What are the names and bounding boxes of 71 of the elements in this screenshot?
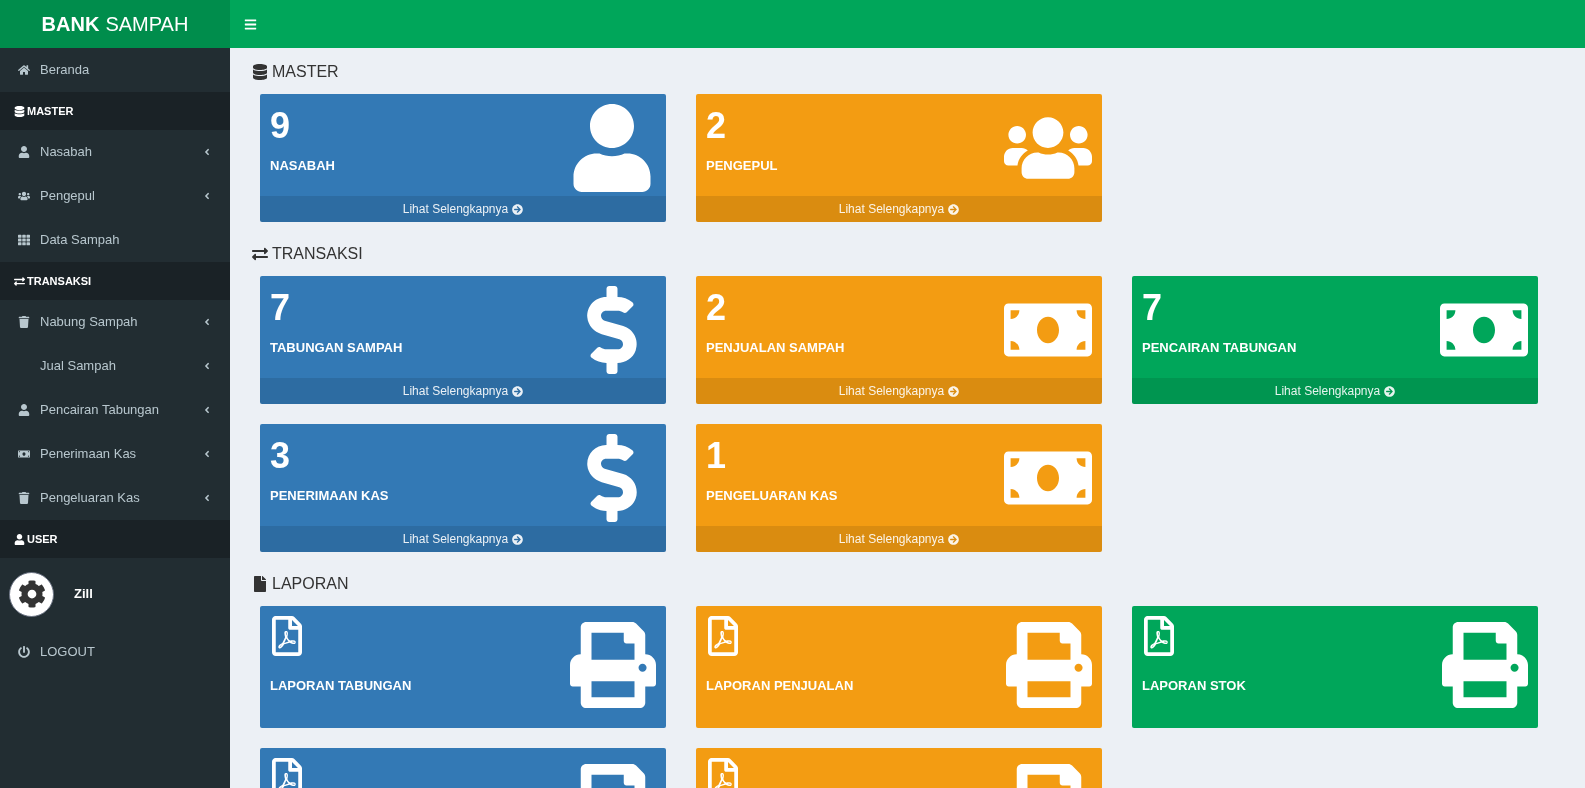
- arrow-right-icon: [1384, 385, 1396, 397]
- brand-logo[interactable]: BANK SAMPAH: [0, 0, 230, 48]
- more-info-link[interactable]: Lihat Selengkapnya: [260, 526, 666, 552]
- exchange-icon: [252, 246, 268, 262]
- more-info-link[interactable]: Lihat Selengkapnya: [1132, 378, 1538, 404]
- sidebar-item[interactable]: Pencairan Tabungan: [0, 388, 230, 432]
- report-label: LAPORAN PENJUALAN: [706, 677, 854, 695]
- sidebar-item[interactable]: Beranda: [0, 48, 230, 92]
- trash-icon: [18, 316, 30, 328]
- stat-label: PENGELUARAN KAS: [706, 487, 838, 505]
- sidebar-item[interactable]: Jual Sampah: [0, 344, 230, 388]
- more-info-link[interactable]: Lihat Selengkapnya: [260, 196, 666, 222]
- section-label: USER: [27, 531, 58, 547]
- menu-icon[interactable]: [244, 17, 257, 31]
- more-info-link[interactable]: Lihat Selengkapnya: [260, 378, 666, 404]
- sidebar-item[interactable]: Pengeluaran Kas: [0, 476, 230, 520]
- pdf-icon: [706, 758, 740, 788]
- stat-value: 7: [1142, 286, 1164, 330]
- arrow-right-icon: [948, 203, 960, 215]
- home-icon: [18, 64, 30, 76]
- grid-icon: [18, 234, 30, 246]
- stat-value: 1: [706, 434, 728, 478]
- arrow-right-icon: [512, 385, 524, 397]
- report-label: LAPORAN STOK: [1142, 677, 1246, 695]
- section-label: MASTER: [27, 103, 74, 119]
- database-icon: [252, 64, 268, 80]
- sidebar-item[interactable]: Pengepul: [0, 174, 230, 218]
- stat-value: 2: [706, 286, 728, 330]
- stat-label: PENERIMAAN KAS: [270, 487, 389, 505]
- sidebar-item[interactable]: Nabung Sampah: [0, 300, 230, 344]
- exchange-icon: [14, 275, 25, 287]
- trash-icon: [18, 492, 30, 504]
- sidebar-item[interactable]: LOGOUT: [0, 630, 230, 674]
- user-icon: [18, 146, 30, 158]
- section-title: LAPORAN: [272, 574, 349, 594]
- printer-icon: [1442, 622, 1528, 708]
- section-title: MASTER: [272, 62, 339, 82]
- database-icon: [14, 105, 25, 117]
- sidebar-item[interactable]: Data Sampah: [0, 218, 230, 262]
- section-label: TRANSAKSI: [27, 273, 92, 289]
- printer-icon: [570, 622, 656, 708]
- arrow-right-icon: [948, 533, 960, 545]
- users-icon: [18, 190, 30, 202]
- user-icon: [18, 404, 30, 416]
- stat-label: PENCAIRAN TABUNGAN: [1142, 339, 1297, 357]
- file-icon: [252, 576, 268, 592]
- avatar: [9, 571, 54, 617]
- power-icon: [18, 646, 30, 658]
- user-icon: [14, 533, 25, 545]
- stat-label: NASABAH: [270, 157, 335, 175]
- arrow-right-icon: [512, 533, 524, 545]
- banknote-icon: [18, 448, 30, 460]
- report-label: LAPORAN TABUNGAN: [270, 677, 412, 695]
- sidebar-item[interactable]: Nasabah: [0, 130, 230, 174]
- sidebar-item[interactable]: Penerimaan Kas: [0, 432, 230, 476]
- stat-value: 3: [270, 434, 292, 478]
- stat-value: 7: [270, 286, 292, 330]
- stat-value: 9: [270, 104, 292, 148]
- stat-label: PENJUALAN SAMPAH: [706, 339, 845, 357]
- pdf-icon: [270, 758, 304, 788]
- pdf-icon: [270, 616, 304, 656]
- arrow-right-icon: [512, 203, 524, 215]
- stat-label: PENGEPUL: [706, 157, 778, 175]
- stat-label: TABUNGAN SAMPAH: [270, 339, 403, 357]
- section-title: TRANSAKSI: [272, 244, 363, 264]
- printer-icon: [1006, 622, 1092, 708]
- arrow-right-icon: [948, 385, 960, 397]
- pdf-icon: [1142, 616, 1176, 656]
- stat-value: 2: [706, 104, 728, 148]
- user-name: Zill: [74, 585, 93, 604]
- pdf-icon: [706, 616, 740, 656]
